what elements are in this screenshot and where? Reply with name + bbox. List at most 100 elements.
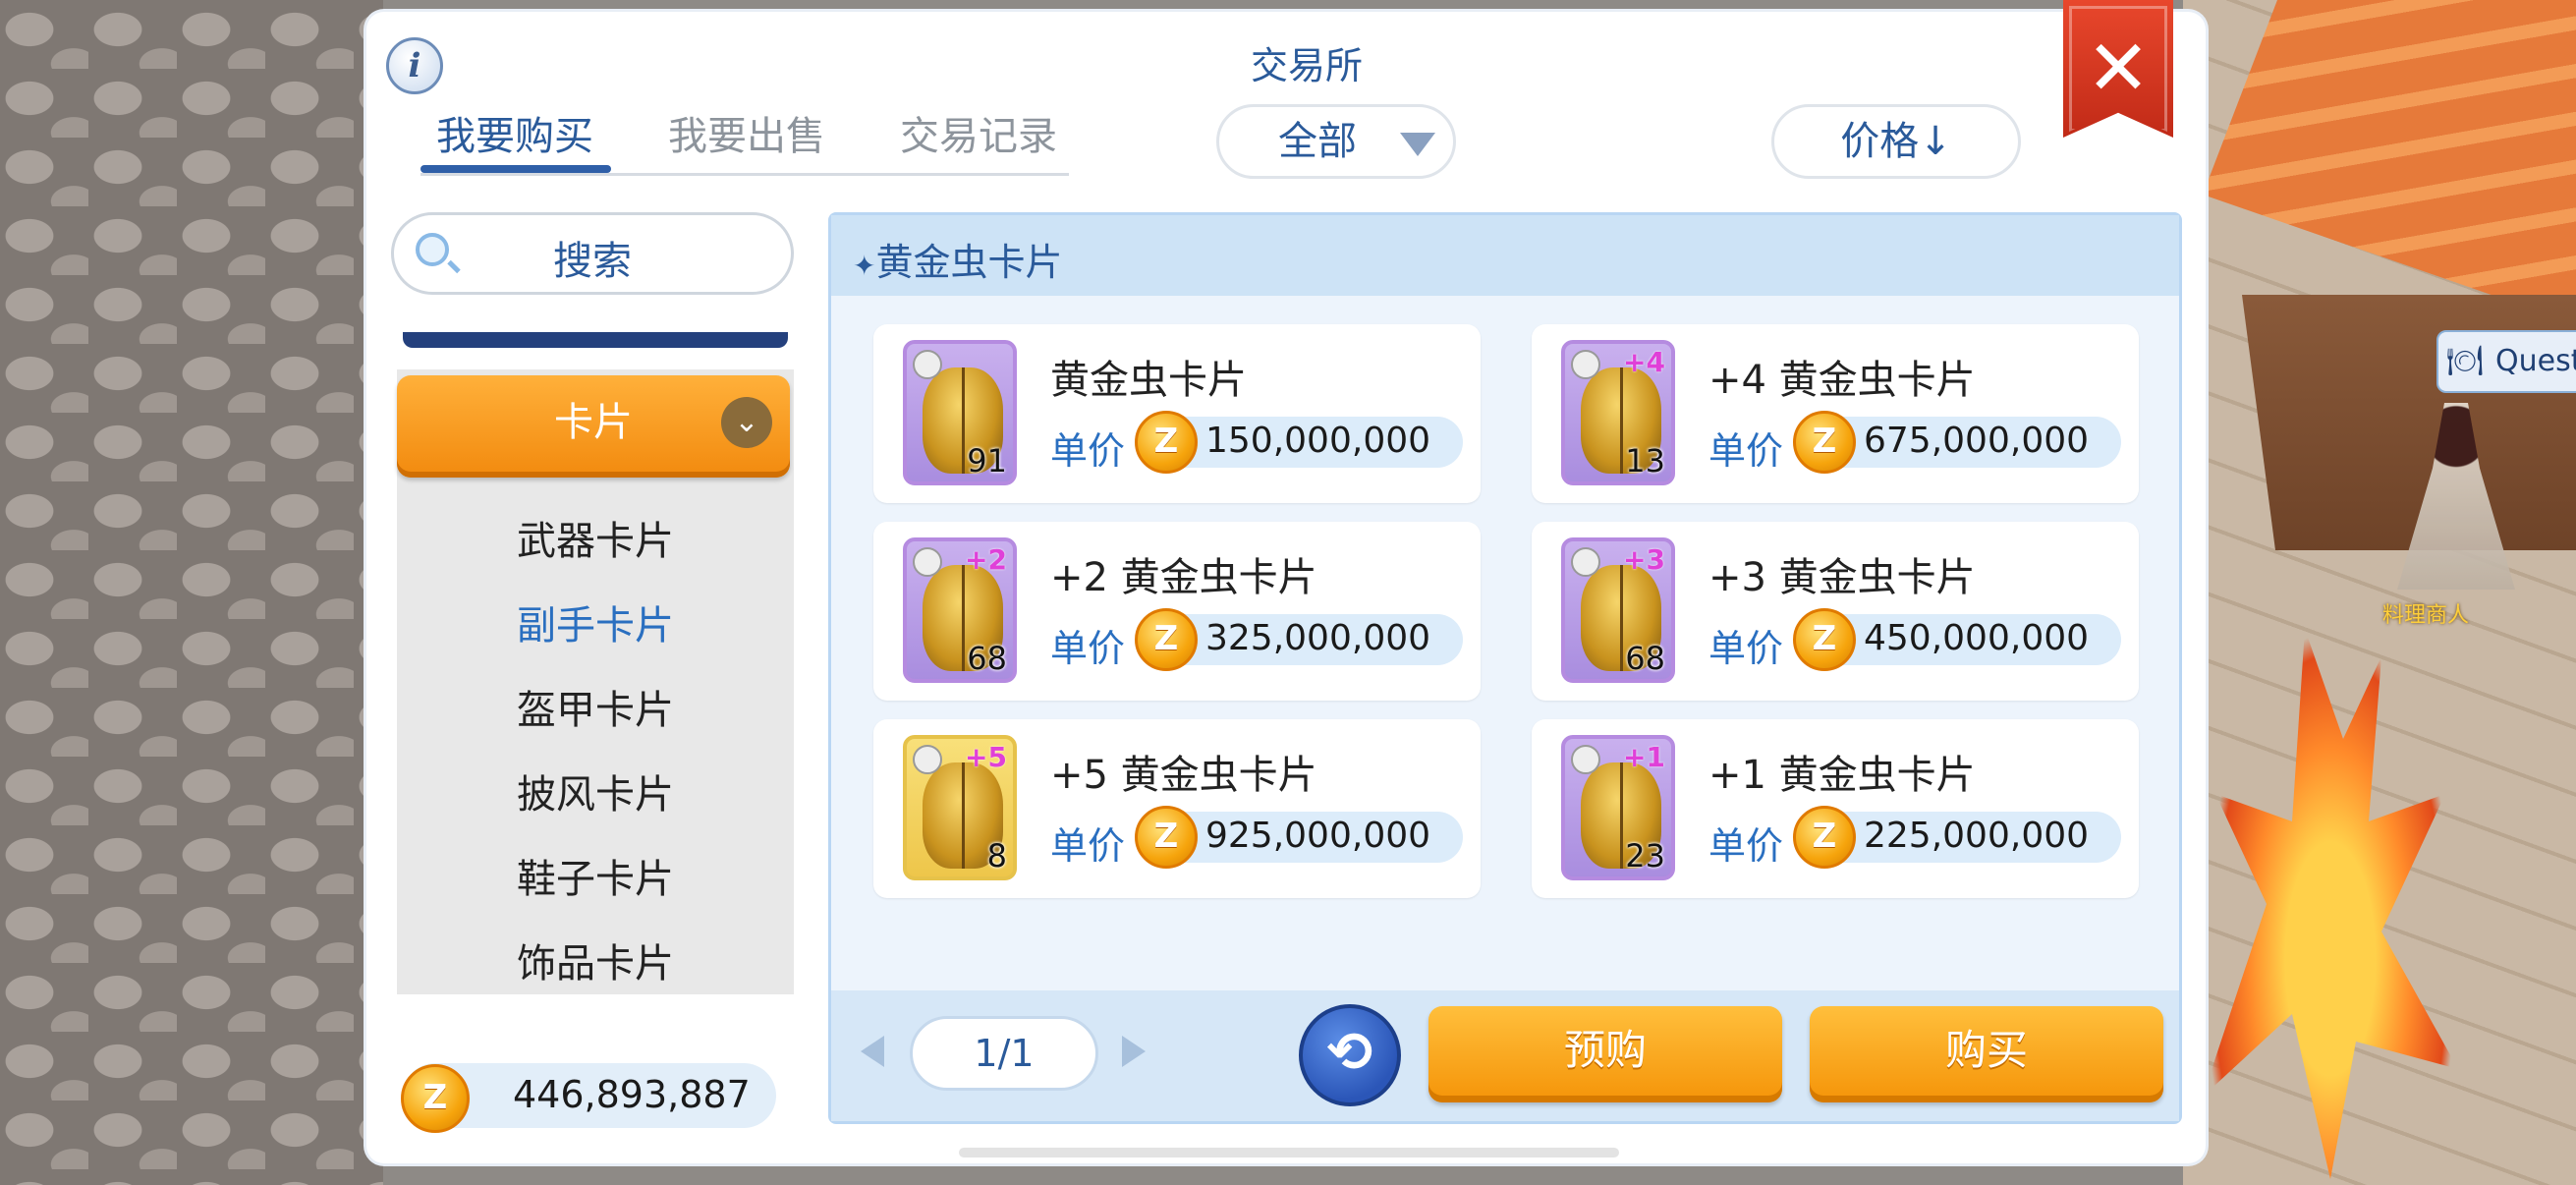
listing-price: 450,000,000 [1864,618,2090,658]
chevron-down-icon: ⌄ [721,397,772,448]
subcategory-offhand-cards[interactable]: 副手卡片 [397,593,794,650]
listing-name: +2 黄金虫卡片 [1050,555,1317,600]
tab-sell[interactable]: 我要出售 [668,104,825,161]
subcategory-shoe-cards[interactable]: 鞋子卡片 [397,847,794,904]
zeny-coin-icon: Z [1793,608,1856,671]
refine-level: +3 [1623,543,1665,576]
subcategory-weapon-cards[interactable]: 武器卡片 [397,509,794,566]
info-icon[interactable]: i [386,37,443,94]
results-title-text: 黄金虫卡片 [875,241,1063,284]
card-type-icon [913,745,942,774]
close-icon: ✕ [2086,25,2151,113]
card-thumbnail: 91 [903,340,1017,485]
card-thumbnail: +1 23 [1561,735,1675,880]
listing-name: +3 黄金虫卡片 [1708,555,1976,600]
unit-price-label: 单价 [1708,429,1784,473]
subcategory-accessory-cards[interactable]: 饰品卡片 [397,931,794,988]
npc-name-label: 料理商人 [2382,603,2470,628]
listing-price: 675,000,000 [1864,421,2090,461]
card-type-icon [1571,745,1600,774]
search-button[interactable]: 搜索 [391,212,794,295]
listing-price: 225,000,000 [1864,816,2090,856]
price-bar: Z 450,000,000 [1793,608,2121,671]
quantity: 13 [1625,442,1665,480]
category-filter-dropdown[interactable]: 全部 [1216,104,1456,179]
listing-price: 925,000,000 [1205,816,1431,856]
listing-name: +1 黄金虫卡片 [1708,753,1976,798]
price-bar: Z 925,000,000 [1135,806,1463,869]
quantity: 8 [986,837,1007,875]
listing-card[interactable]: +3 68 +3 黄金虫卡片 单价 Z 450,000,000 [1532,522,2139,701]
listing-card[interactable]: +4 13 +4 黄金虫卡片 单价 Z 675,000,000 [1532,324,2139,503]
card-type-icon [1571,547,1600,577]
quest-tag[interactable]: 🍽 Quest [2436,330,2576,393]
triangle-down-icon [1400,133,1435,156]
card-thumbnail: +5 8 [903,735,1017,880]
balance-value: 446,893,887 [513,1073,751,1116]
card-thumbnail: +2 68 [903,537,1017,683]
tab-history[interactable]: 交易记录 [900,104,1057,161]
subcategory-armor-cards[interactable]: 盔甲卡片 [397,678,794,735]
previous-page-icon[interactable] [861,1036,884,1067]
zeny-coin-icon: Z [1135,806,1198,869]
refresh-icon: ⟲ [1326,1021,1373,1085]
category-header-label: 卡片 [554,400,633,445]
card-type-icon [1571,350,1600,379]
refine-level: +1 [1623,741,1665,773]
listing-price: 325,000,000 [1205,618,1431,658]
page-indicator: 1/1 [910,1016,1098,1091]
active-tab-indicator [420,165,611,173]
card-type-icon [913,350,942,379]
category-header-cards[interactable]: 卡片 ⌄ [397,375,790,478]
unit-price-label: 单价 [1708,824,1784,868]
refine-level: +5 [965,741,1007,773]
price-bar: Z 675,000,000 [1793,411,2121,474]
listing-name: +4 黄金虫卡片 [1708,358,1976,403]
preorder-button[interactable]: 预购 [1428,1006,1782,1102]
listing-card[interactable]: +1 23 +1 黄金虫卡片 单价 Z 225,000,000 [1532,719,2139,898]
results-title: ✦黄金虫卡片 [853,232,1062,286]
card-thumbnail: +4 13 [1561,340,1675,485]
zeny-balance: Z 446,893,887 [401,1063,776,1133]
card-thumbnail: +3 68 [1561,537,1675,683]
quantity: 23 [1625,837,1665,875]
quantity: 68 [1625,640,1665,677]
listing-card[interactable]: 91 黄金虫卡片单价 Z 150,000,000 [873,324,1481,503]
listing-card[interactable]: +5 8 +5 黄金虫卡片 单价 Z 925,000,000 [873,719,1481,898]
card-type-icon [913,547,942,577]
quest-tag-label: Quest [2495,344,2576,378]
zeny-coin-icon: Z [1793,806,1856,869]
price-bar: Z 150,000,000 [1135,411,1463,474]
search-label: 搜索 [553,239,632,284]
tab-bar: 我要购买 我要出售 交易记录 [420,104,1069,176]
unit-price-label: 单价 [1050,627,1126,670]
tab-buy[interactable]: 我要购买 [436,104,593,161]
category-scroll-edge [403,332,788,348]
price-bar: Z 225,000,000 [1793,806,2121,869]
next-page-icon[interactable] [1122,1036,1146,1067]
unit-price-label: 单价 [1050,429,1126,473]
sort-by-price-button[interactable]: 价格↓ [1771,104,2021,179]
price-bar: Z 325,000,000 [1135,608,1463,671]
cobblestone-ground [0,0,383,1185]
refine-level: +4 [1623,346,1665,378]
dish-icon: 🍽 [2446,344,2485,378]
quantity: 68 [967,640,1007,677]
sparkle-icon: ✦ [853,250,876,282]
unit-price-label: 单价 [1050,824,1126,868]
refresh-button[interactable]: ⟲ [1299,1004,1401,1106]
filter-selected-value: 全部 [1278,119,1357,164]
buy-button[interactable]: 购买 [1810,1006,2163,1102]
listing-name: 黄金虫卡片 [1050,358,1247,403]
subcategory-cloak-cards[interactable]: 披风卡片 [397,762,794,819]
scroll-indicator [959,1148,1619,1157]
unit-price-label: 单价 [1708,627,1784,670]
refine-level: +2 [965,543,1007,576]
listing-name: +5 黄金虫卡片 [1050,753,1317,798]
listing-price: 150,000,000 [1205,421,1431,461]
zeny-coin-icon: Z [1135,608,1198,671]
zeny-coin-icon: Z [401,1064,470,1133]
zeny-coin-icon: Z [1793,411,1856,474]
listing-card[interactable]: +2 68 +2 黄金虫卡片 单价 Z 325,000,000 [873,522,1481,701]
dialog-title: 交易所 [1250,44,1363,87]
